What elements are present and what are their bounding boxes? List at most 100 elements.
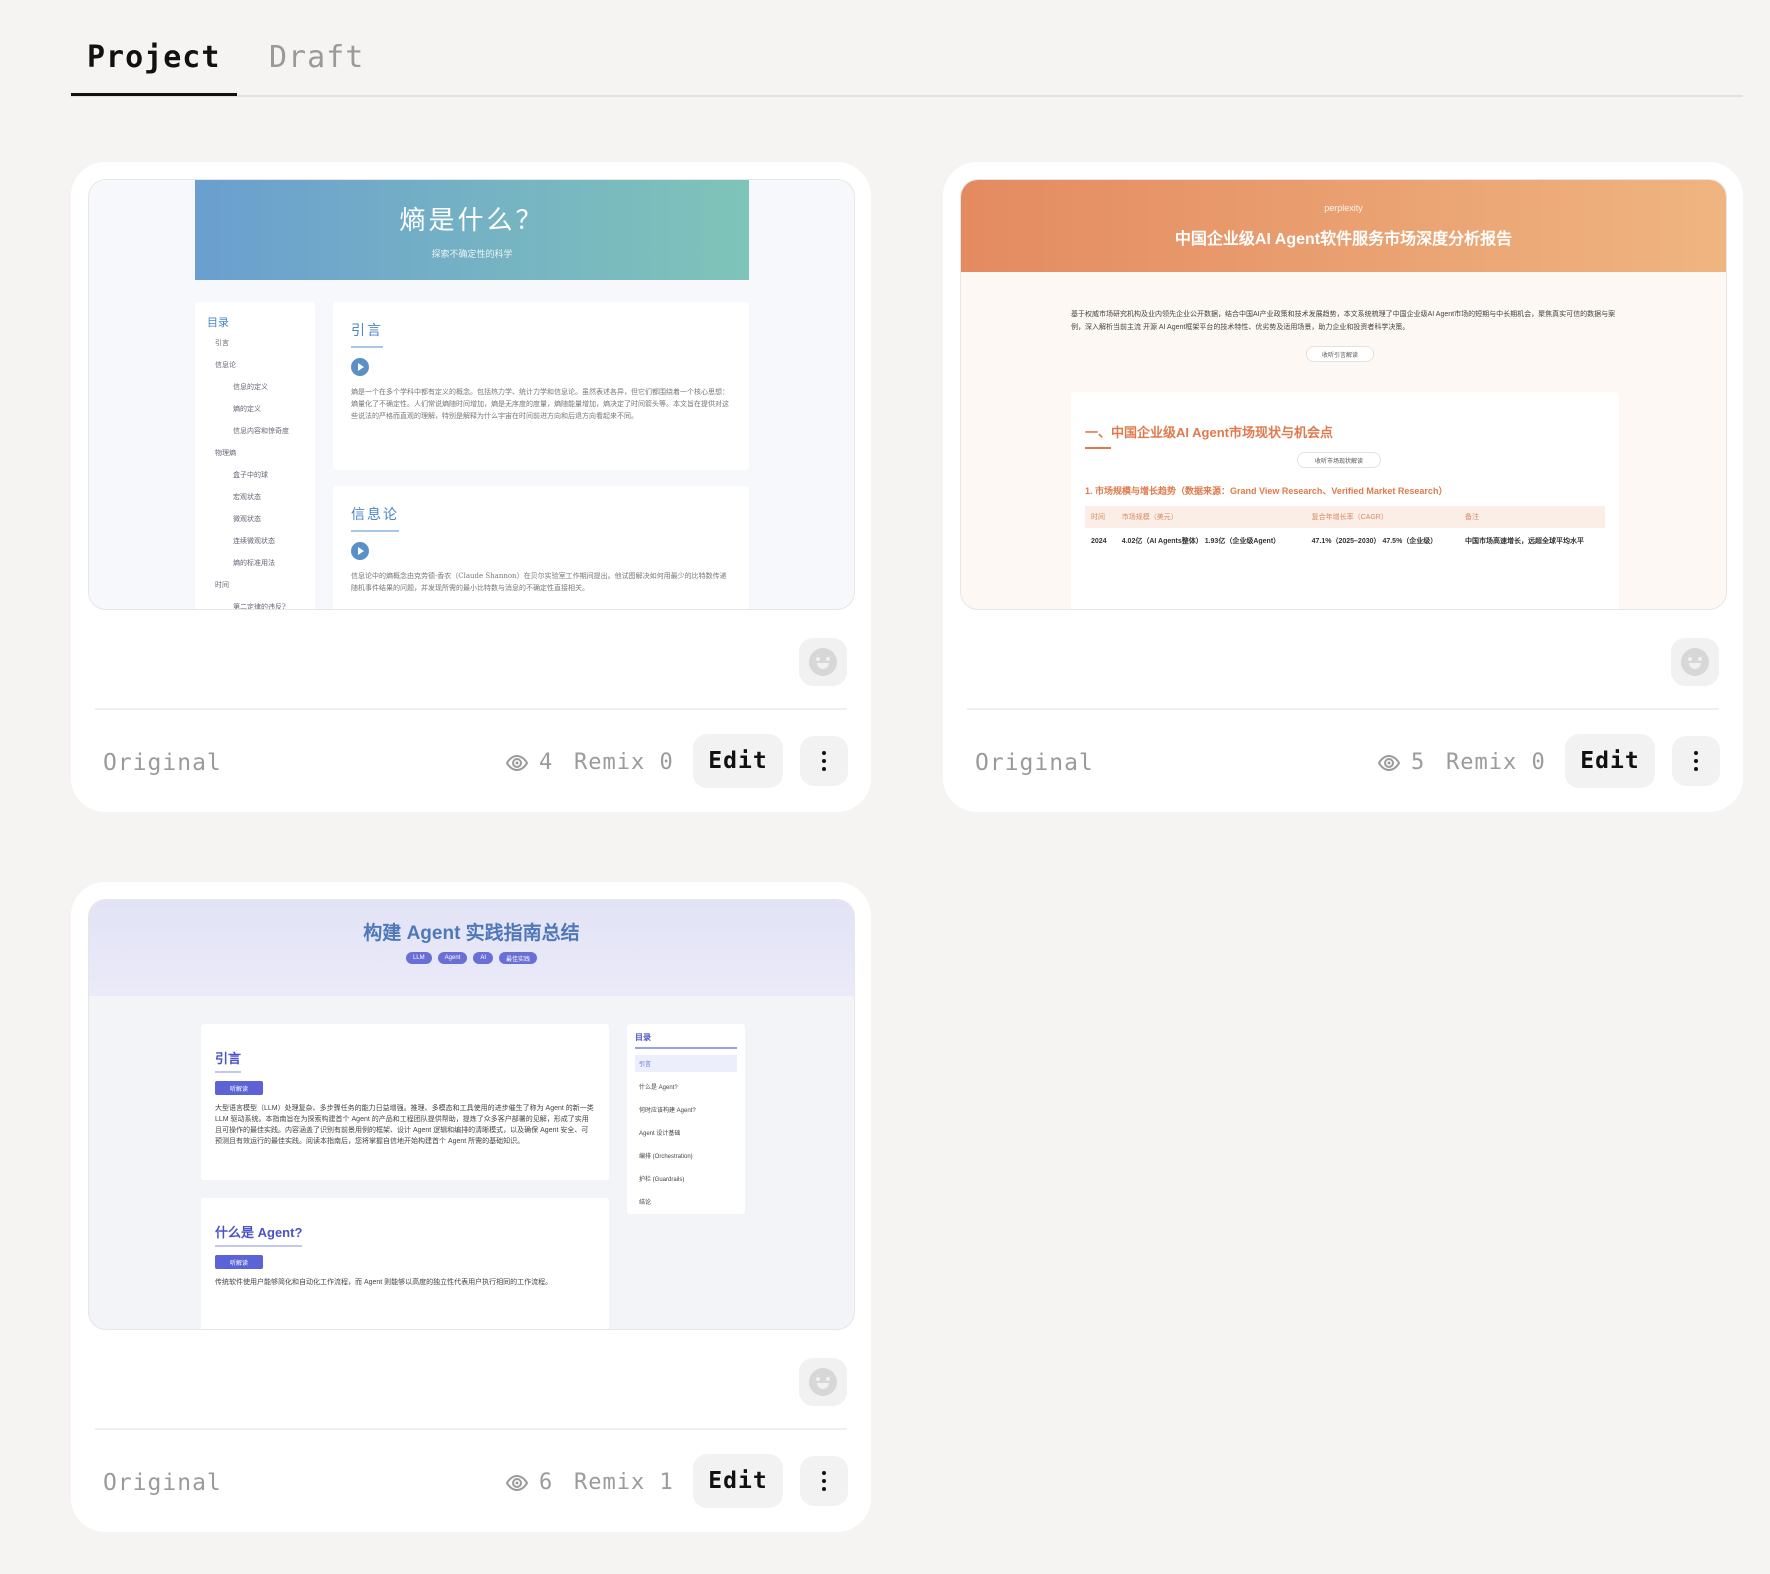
toc-item: 信息内容和惊奇度 [233, 427, 289, 435]
toc-item: Agent 设计基础 [639, 1131, 681, 1137]
toc-item: 编排 (Orchestration) [639, 1154, 693, 1160]
project-preview-thumbnail[interactable]: 熵是什么？ 探索不确定性的科学 目录 引言 信息论 信息的定义 熵的定义 信息内… [88, 179, 855, 610]
card-divider [95, 1428, 847, 1430]
more-vertical-icon [1694, 759, 1698, 763]
preview-table-of-contents: 目录 引言 什么是 Agent? 何时应该构建 Agent? Agent 设计基… [627, 1024, 745, 1214]
active-tab-indicator [71, 93, 237, 96]
preview-section: 引言 熵是一个在多个学科中都有定义的概念。包括热力学、统计力学和信息论。虽然表述… [333, 302, 749, 470]
section-heading: 引言 [215, 1048, 242, 1073]
eye-icon [1377, 754, 1401, 771]
smiley-icon [809, 648, 837, 676]
card-footer: Original 5 Remix 0 Edit [943, 734, 1743, 794]
view-count-value: 6 [539, 1470, 553, 1495]
view-count-value: 4 [539, 750, 553, 775]
project-preview-thumbnail[interactable]: perplexity 中国企业级AI Agent软件服务市场深度分析报告 基于权… [960, 179, 1727, 610]
toc-item: 物理熵 [215, 449, 236, 457]
table-header: 时间 [1085, 506, 1116, 528]
tag: Agent [437, 952, 468, 964]
toc-item: 微观状态 [233, 515, 261, 523]
toc-item: 熵的标准用法 [233, 559, 275, 567]
toc-item: 引言 [215, 339, 229, 347]
table-row: 2024 4.02亿（AI Agents整体） 1.93亿（企业级Agent） … [1085, 528, 1605, 555]
original-label: Original [103, 1470, 222, 1496]
project-card[interactable]: 熵是什么？ 探索不确定性的科学 目录 引言 信息论 信息的定义 熵的定义 信息内… [71, 162, 871, 812]
more-options-button[interactable] [800, 1456, 848, 1506]
edit-button[interactable]: Edit [1565, 734, 1655, 788]
reaction-button[interactable] [1671, 638, 1719, 686]
section-heading: 一、中国企业级AI Agent市场现状与机会点 [1085, 422, 1333, 449]
preview-title: 构建 Agent 实践指南总结 [363, 923, 580, 944]
project-preview-thumbnail[interactable]: 构建 Agent 实践指南总结 LLM Agent AI 最佳实践 引言 听解读… [88, 899, 855, 1330]
more-vertical-icon [822, 759, 826, 763]
smiley-icon [1681, 648, 1709, 676]
preview-section: 引言 听解读 大型语言模型（LLM）处理复杂、多步骤任务的能力日益增强。推理、多… [201, 1024, 609, 1180]
play-icon [351, 358, 369, 376]
toc-item: 时间 [215, 581, 229, 589]
preview-intro: 基于权威市场研究机构及业内领先企业公开数据，结合中国AI产业政策和技术发展趋势，… [1071, 311, 1616, 331]
listen-pill: 收听引言解读 [1306, 346, 1374, 362]
toc-item: 第二定律的违反? [233, 603, 286, 610]
preview-subtitle: 探索不确定性的科学 [431, 250, 513, 260]
section-text: 大型语言模型（LLM）处理复杂、多步骤任务的能力日益增强。推理、多模态和工具使用… [215, 1105, 594, 1145]
preview-hero-banner: 熵是什么？ 探索不确定性的科学 [195, 180, 749, 280]
preview-brand: perplexity [1324, 203, 1363, 213]
section-heading: 信息论 [351, 504, 399, 532]
toc-item: 盒子中的球 [233, 471, 268, 479]
toc-heading: 目录 [635, 1032, 737, 1049]
reaction-button[interactable] [799, 638, 847, 686]
toc-item: 宏观状态 [233, 493, 261, 501]
tab-project[interactable]: Project [87, 40, 220, 75]
section-text: 熵是一个在多个学科中都有定义的概念。包括热力学、统计力学和信息论。虽然表述各异，… [351, 388, 729, 420]
view-count-value: 5 [1411, 750, 1425, 775]
toc-item: 引言 [635, 1055, 737, 1072]
market-table: 时间 市场规模（美元） 复合年增长率（CAGR） 备注 2024 4.02亿（A… [1085, 506, 1605, 555]
eye-icon [505, 754, 529, 771]
project-card[interactable]: 构建 Agent 实践指南总结 LLM Agent AI 最佳实践 引言 听解读… [71, 882, 871, 1532]
table-header: 备注 [1459, 506, 1605, 528]
tag: LLM [405, 952, 432, 964]
smiley-icon [809, 1368, 837, 1396]
toc-item: 何时应该构建 Agent? [639, 1108, 696, 1114]
card-footer: Original 4 Remix 0 Edit [71, 734, 871, 794]
listen-button: 听解读 [215, 1255, 263, 1269]
project-card[interactable]: perplexity 中国企业级AI Agent软件服务市场深度分析报告 基于权… [943, 162, 1743, 812]
preview-tags: LLM Agent AI 最佳实践 [89, 952, 854, 964]
tab-draft[interactable]: Draft [269, 40, 364, 75]
preview-hero-banner: 构建 Agent 实践指南总结 LLM Agent AI 最佳实践 [89, 900, 854, 996]
card-divider [967, 708, 1719, 710]
preview-section: 信息论 信息论中的熵概念由克劳德·香农（Claude Shannon）在贝尔实验… [333, 486, 749, 609]
edit-button[interactable]: Edit [693, 734, 783, 788]
table-cell: 47.1%（2025–2030） 47.5%（企业级） [1311, 538, 1438, 545]
toc-item: 什么是 Agent? [639, 1085, 678, 1091]
original-label: Original [975, 750, 1094, 776]
toc-item: 护栏 (Guardrails) [639, 1177, 685, 1183]
edit-button[interactable]: Edit [693, 1454, 783, 1508]
play-icon [351, 542, 369, 560]
section-text: 信息论中的熵概念由克劳德·香农（Claude Shannon）在贝尔实验室工作期… [351, 572, 727, 592]
remix-count: Remix 1 [574, 1470, 674, 1495]
listen-pill: 收听市场现状解读 [1297, 452, 1381, 468]
more-options-button[interactable] [1672, 736, 1720, 786]
preview-title: 熵是什么？ [399, 206, 545, 236]
toc-item: 结论 [639, 1200, 652, 1206]
tag: AI [473, 952, 493, 964]
more-options-button[interactable] [800, 736, 848, 786]
table-header: 复合年增长率（CAGR） [1305, 506, 1460, 528]
preview-section: 一、中国企业级AI Agent市场现状与机会点 收听市场现状解读 1. 市场规模… [1071, 392, 1619, 609]
view-count: 4 [505, 750, 552, 775]
preview-table-of-contents: 目录 引言 信息论 信息的定义 熵的定义 信息内容和惊奇度 物理熵 盒子中的球 … [195, 302, 315, 610]
section-heading: 引言 [351, 320, 383, 348]
tag: 最佳实践 [499, 952, 538, 964]
tab-bar: Project Draft [71, 0, 1743, 97]
preview-hero-banner: perplexity 中国企业级AI Agent软件服务市场深度分析报告 [961, 180, 1726, 272]
toc-item: 信息的定义 [233, 383, 268, 391]
listen-button: 听解读 [215, 1081, 263, 1095]
view-count: 5 [1377, 750, 1424, 775]
eye-icon [505, 1474, 529, 1491]
preview-section: 什么是 Agent? 听解读 传统软件使用户能够简化和自动化工作流程，而 Age… [201, 1198, 609, 1329]
preview-title: 中国企业级AI Agent软件服务市场深度分析报告 [1174, 231, 1513, 248]
card-divider [95, 708, 847, 710]
toc-item: 连续微观状态 [233, 537, 275, 545]
toc-heading: 目录 [207, 316, 229, 329]
reaction-button[interactable] [799, 1358, 847, 1406]
